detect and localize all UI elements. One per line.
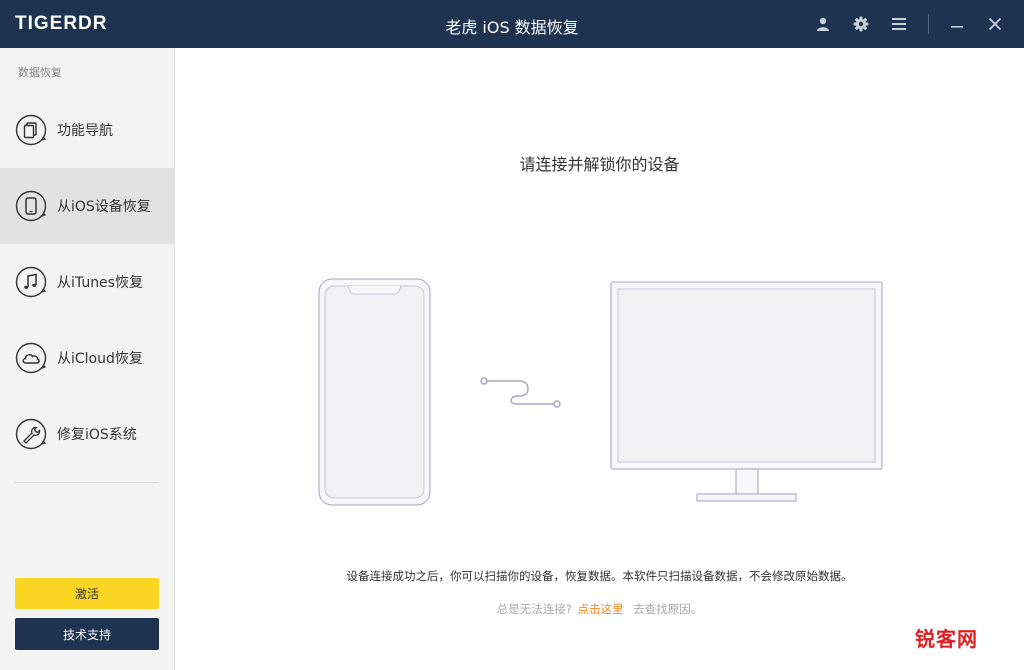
tech-support-button[interactable]: 技术支持	[15, 618, 159, 650]
sidebar-item-label: 从iTunes恢复	[57, 275, 143, 291]
sidebar-item-itunes[interactable]: 从iTunes恢复	[0, 244, 174, 320]
watermark-logo: 锐客网	[915, 627, 978, 651]
minimize-icon[interactable]	[945, 12, 969, 36]
sidebar-item-label: 修复iOS系统	[57, 427, 137, 443]
monitor-illustration	[610, 281, 883, 502]
help-prefix: 总是无法连接?	[496, 602, 572, 616]
connection-info-text: 设备连接成功之后，你可以扫描你的设备，恢复数据。本软件只扫描设备数据，不会修改原…	[346, 569, 853, 583]
sidebar-divider	[15, 482, 159, 483]
help-suffix: 去查找原因。	[633, 602, 703, 616]
cable-illustration	[480, 377, 561, 408]
activate-button[interactable]: 激活	[15, 578, 159, 609]
menu-icon[interactable]	[887, 12, 911, 36]
navigation-icon	[15, 114, 47, 146]
page-title: 请连接并解锁你的设备	[519, 155, 680, 174]
sidebar-item-label: 从iCloud恢复	[57, 351, 143, 367]
connection-help: 总是无法连接? 点击这里 去查找原因。	[175, 601, 1024, 617]
sidebar: 数据恢复 功能导航 从iOS设备恢复 从iTunes恢复 从iCloud恢复 修…	[0, 48, 175, 670]
connect-device-illustration	[318, 278, 883, 506]
sidebar-item-navigation[interactable]: 功能导航	[0, 92, 174, 168]
gear-icon[interactable]	[849, 12, 873, 36]
wrench-icon	[15, 418, 47, 450]
click-here-link[interactable]: 点击这里	[578, 602, 624, 616]
phone-illustration	[318, 278, 431, 506]
sidebar-item-label: 从iOS设备恢复	[57, 199, 151, 215]
main-panel: 请连接并解锁你的设备 设备连接成功之后，你可以扫描你的设备，恢复数据。本软件只扫…	[175, 48, 1024, 670]
music-note-icon	[15, 266, 47, 298]
title-bar: TIGERDR 老虎 iOS 数据恢复	[0, 0, 1024, 48]
sidebar-heading: 数据恢复	[18, 66, 62, 79]
cloud-icon	[15, 342, 47, 374]
titlebar-divider	[928, 14, 929, 34]
sidebar-item-label: 功能导航	[57, 123, 113, 139]
sidebar-item-icloud[interactable]: 从iCloud恢复	[0, 320, 174, 396]
close-icon[interactable]	[983, 12, 1007, 36]
sidebar-item-repair-ios[interactable]: 修复iOS系统	[0, 396, 174, 472]
user-icon[interactable]	[811, 12, 835, 36]
phone-icon	[15, 190, 47, 222]
sidebar-item-ios-device[interactable]: 从iOS设备恢复	[0, 168, 174, 244]
